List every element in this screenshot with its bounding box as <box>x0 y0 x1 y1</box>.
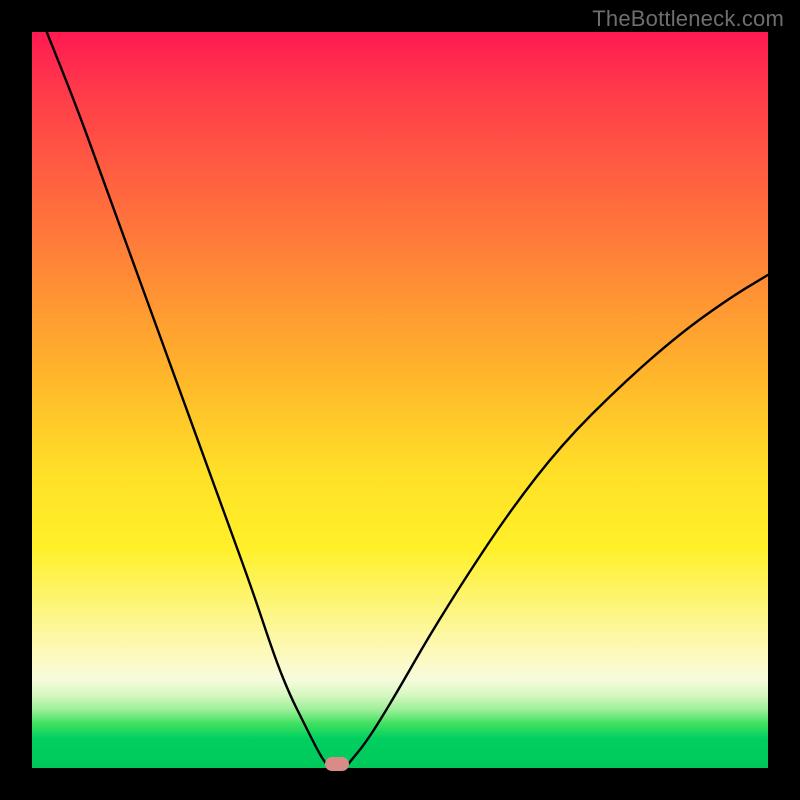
bottleneck-curve <box>32 32 768 768</box>
plot-area <box>32 32 768 768</box>
watermark-text: TheBottleneck.com <box>592 6 784 32</box>
curve-left-branch <box>47 32 329 767</box>
outer-frame: TheBottleneck.com <box>0 0 800 800</box>
minimum-marker <box>325 757 349 771</box>
curve-right-branch <box>346 275 768 767</box>
